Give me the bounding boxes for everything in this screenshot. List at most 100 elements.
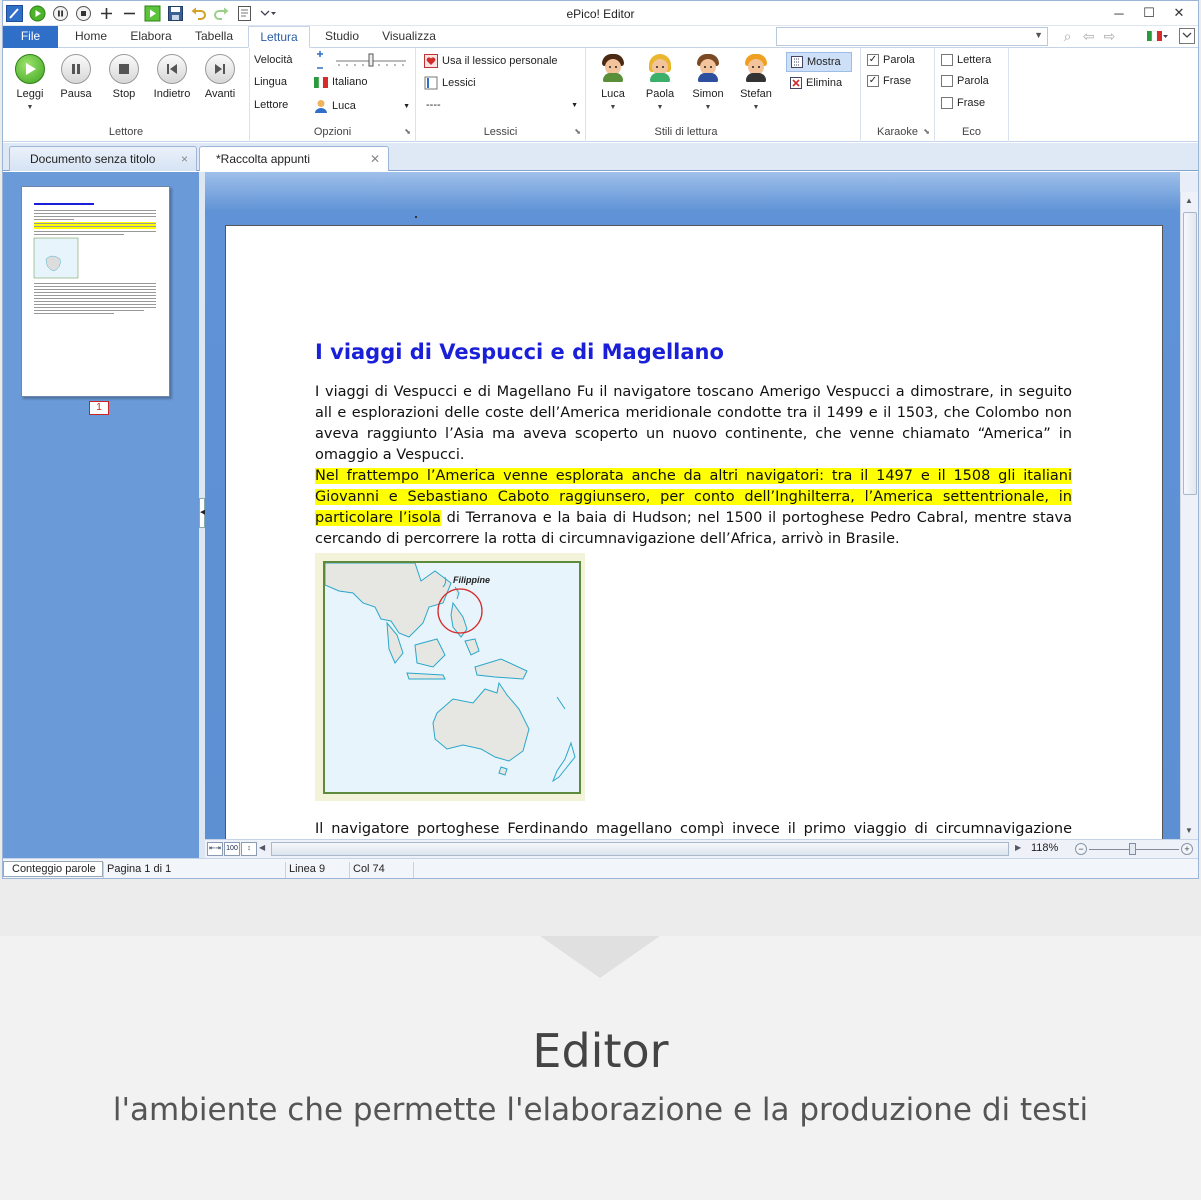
actual-size-icon[interactable]: 100 — [224, 842, 240, 856]
tab-lettura[interactable]: Lettura — [248, 26, 310, 48]
page-thumbnail[interactable] — [21, 186, 170, 397]
voice-simon-label: Simon — [692, 88, 724, 100]
chevron-down-icon[interactable]: ▼ — [7, 104, 53, 111]
horizontal-scrollbar[interactable] — [271, 842, 1009, 856]
lessici-select[interactable]: ---- ▼ — [426, 99, 578, 111]
dialog-launcher-icon[interactable]: ⬊ — [574, 127, 581, 136]
chevron-down-icon[interactable]: ▼ — [733, 104, 779, 111]
back-arrow-icon[interactable]: ⇦ — [1080, 28, 1097, 45]
map-image[interactable]: Filippine — [315, 553, 585, 801]
status-empty — [413, 862, 1198, 878]
forward-arrow-icon[interactable]: ⇨ — [1101, 28, 1118, 45]
chevron-down-icon[interactable]: ▼ — [590, 104, 636, 111]
voice-simon-button[interactable]: Simon ▼ — [685, 54, 731, 111]
scroll-up-icon[interactable]: ▲ — [1185, 196, 1193, 205]
leggi-button[interactable]: Leggi ▼ — [7, 54, 53, 111]
skip-forward-icon — [205, 54, 235, 84]
user-icon — [315, 100, 327, 113]
minimize-icon[interactable]: ─ — [1104, 3, 1134, 23]
usa-lessico-toggle[interactable]: Usa il lessico personale — [424, 54, 558, 68]
group-eco: Lettera Parola Frase Eco — [935, 48, 1009, 142]
zoom-slider-knob[interactable] — [1129, 843, 1136, 855]
zoom-in-icon[interactable]: + — [1181, 843, 1193, 855]
tab-studio[interactable]: Studio — [315, 26, 369, 48]
zoom-out-icon[interactable]: − — [1075, 843, 1087, 855]
mostra-button[interactable]: Mostra — [786, 52, 852, 72]
avanti-button[interactable]: Avanti — [197, 54, 243, 100]
paragraph-3[interactable]: Il navigatore portoghese Ferdinando mage… — [315, 819, 1072, 839]
chevron-down-icon[interactable]: ▼ — [637, 104, 683, 111]
checkbox-unchecked-icon — [941, 54, 953, 66]
dialog-launcher-icon[interactable]: ⬊ — [923, 127, 930, 136]
ruler-marker — [415, 216, 417, 218]
group-lettore: Leggi ▼ Pausa Stop Indietro Avanti Letto… — [3, 48, 250, 142]
close-icon[interactable]: ✕ — [370, 147, 380, 171]
word-count-button[interactable]: Conteggio parole — [3, 861, 103, 877]
mostra-label: Mostra — [807, 56, 841, 68]
scroll-down-icon[interactable]: ▼ — [1185, 826, 1193, 835]
voice-paola-button[interactable]: Paola ▼ — [637, 54, 683, 111]
paragraph-2[interactable]: Nel frattempo l’America venne esplorata … — [315, 466, 1072, 550]
thumbnail-pane: 1 — [3, 172, 199, 858]
eco-parola-checkbox[interactable]: Parola — [941, 75, 989, 87]
search-nav: ⌕ ⇦ ⇨ — [1059, 28, 1118, 45]
ribbon: Leggi ▼ Pausa Stop Indietro Avanti Letto… — [3, 48, 1198, 142]
lessici-label: Lessici — [442, 77, 476, 89]
search-icon[interactable]: ⌕ — [1059, 28, 1076, 45]
indietro-button[interactable]: Indietro — [149, 54, 195, 100]
group-label-eco: Eco — [962, 126, 981, 138]
tab-file[interactable]: File — [3, 26, 58, 48]
eco-frase-checkbox[interactable]: Frase — [941, 97, 985, 109]
status-page: Pagina 1 di 1 — [103, 862, 285, 878]
chevron-down-icon[interactable]: ▼ — [403, 103, 410, 110]
paragraph-1[interactable]: I viaggi di Vespucci e di Magellano Fu i… — [315, 382, 1072, 466]
tab-home[interactable]: Home — [65, 26, 117, 48]
lettore-select[interactable]: Luca ▼ — [314, 99, 410, 113]
lettore-value: Luca — [332, 100, 356, 112]
chevron-down-icon[interactable]: ▼ — [685, 104, 731, 111]
tab-visualizza[interactable]: Visualizza — [375, 26, 443, 48]
doc-tab-documento-senza-titolo[interactable]: Documento senza titolo × — [9, 146, 197, 171]
scrollbar-thumb[interactable] — [1183, 212, 1197, 495]
lessici-button[interactable]: Lessici — [424, 76, 476, 90]
speed-slider[interactable] — [314, 50, 414, 74]
voice-luca-button[interactable]: Luca ▼ — [590, 54, 636, 111]
language-flag-icon[interactable] — [1147, 30, 1169, 46]
stop-button[interactable]: Stop — [101, 54, 147, 100]
group-label-stili: Stili di lettura — [654, 126, 718, 138]
chevron-down-icon[interactable]: ▼ — [1034, 30, 1043, 40]
voice-stefan-button[interactable]: Stefan ▼ — [733, 54, 779, 111]
fit-page-icon[interactable]: ↕ — [241, 842, 257, 856]
help-icon[interactable] — [1179, 28, 1195, 44]
karaoke-parola-checkbox[interactable]: ✓ Parola — [867, 54, 915, 66]
pausa-button[interactable]: Pausa — [53, 54, 99, 100]
scroll-right-icon[interactable]: ▶ — [1015, 843, 1021, 852]
dialog-launcher-icon[interactable]: ⬊ — [404, 127, 411, 136]
scroll-left-icon[interactable]: ◀ — [259, 843, 265, 852]
vertical-scrollbar[interactable]: ▲ ▼ — [1180, 192, 1198, 839]
elimina-button[interactable]: Elimina — [790, 77, 842, 89]
group-lessici: Usa il lessico personale Lessici ---- ▼ … — [416, 48, 586, 142]
maximize-icon[interactable]: ☐ — [1134, 3, 1164, 23]
tab-tabella[interactable]: Tabella — [185, 26, 243, 48]
status-bar: Conteggio parole Pagina 1 di 1 Linea 9 C… — [3, 858, 1198, 878]
tab-elabora[interactable]: Elabora — [123, 26, 179, 48]
close-icon[interactable]: × — [181, 147, 188, 171]
group-label-opzioni: Opzioni — [313, 126, 352, 138]
caption-pointer — [540, 936, 660, 978]
velocita-label: Velocità — [254, 54, 293, 66]
search-input[interactable]: ▼ — [776, 27, 1048, 46]
doc-tab-raccolta-appunti[interactable]: *Raccolta appunti ✕ — [199, 146, 389, 171]
chevron-down-icon[interactable]: ▼ — [571, 102, 578, 109]
karaoke-frase-checkbox[interactable]: ✓ Frase — [867, 75, 911, 87]
fit-width-icon[interactable]: ⇤⇥ — [207, 842, 223, 856]
document-title[interactable]: I viaggi di Vespucci e di Magellano — [315, 340, 724, 364]
lingua-select[interactable]: Italiano — [314, 76, 367, 88]
zoom-slider[interactable]: − + — [1075, 842, 1193, 856]
eco-lettera-checkbox[interactable]: Lettera — [941, 54, 991, 66]
usa-lessico-label: Usa il lessico personale — [442, 55, 558, 67]
close-icon[interactable]: ✕ — [1164, 3, 1194, 23]
document-area[interactable]: I viaggi di Vespucci e di Magellano I vi… — [205, 172, 1180, 839]
document-page[interactable]: I viaggi di Vespucci e di Magellano I vi… — [225, 225, 1163, 839]
page-number-badge[interactable]: 1 — [89, 401, 109, 415]
